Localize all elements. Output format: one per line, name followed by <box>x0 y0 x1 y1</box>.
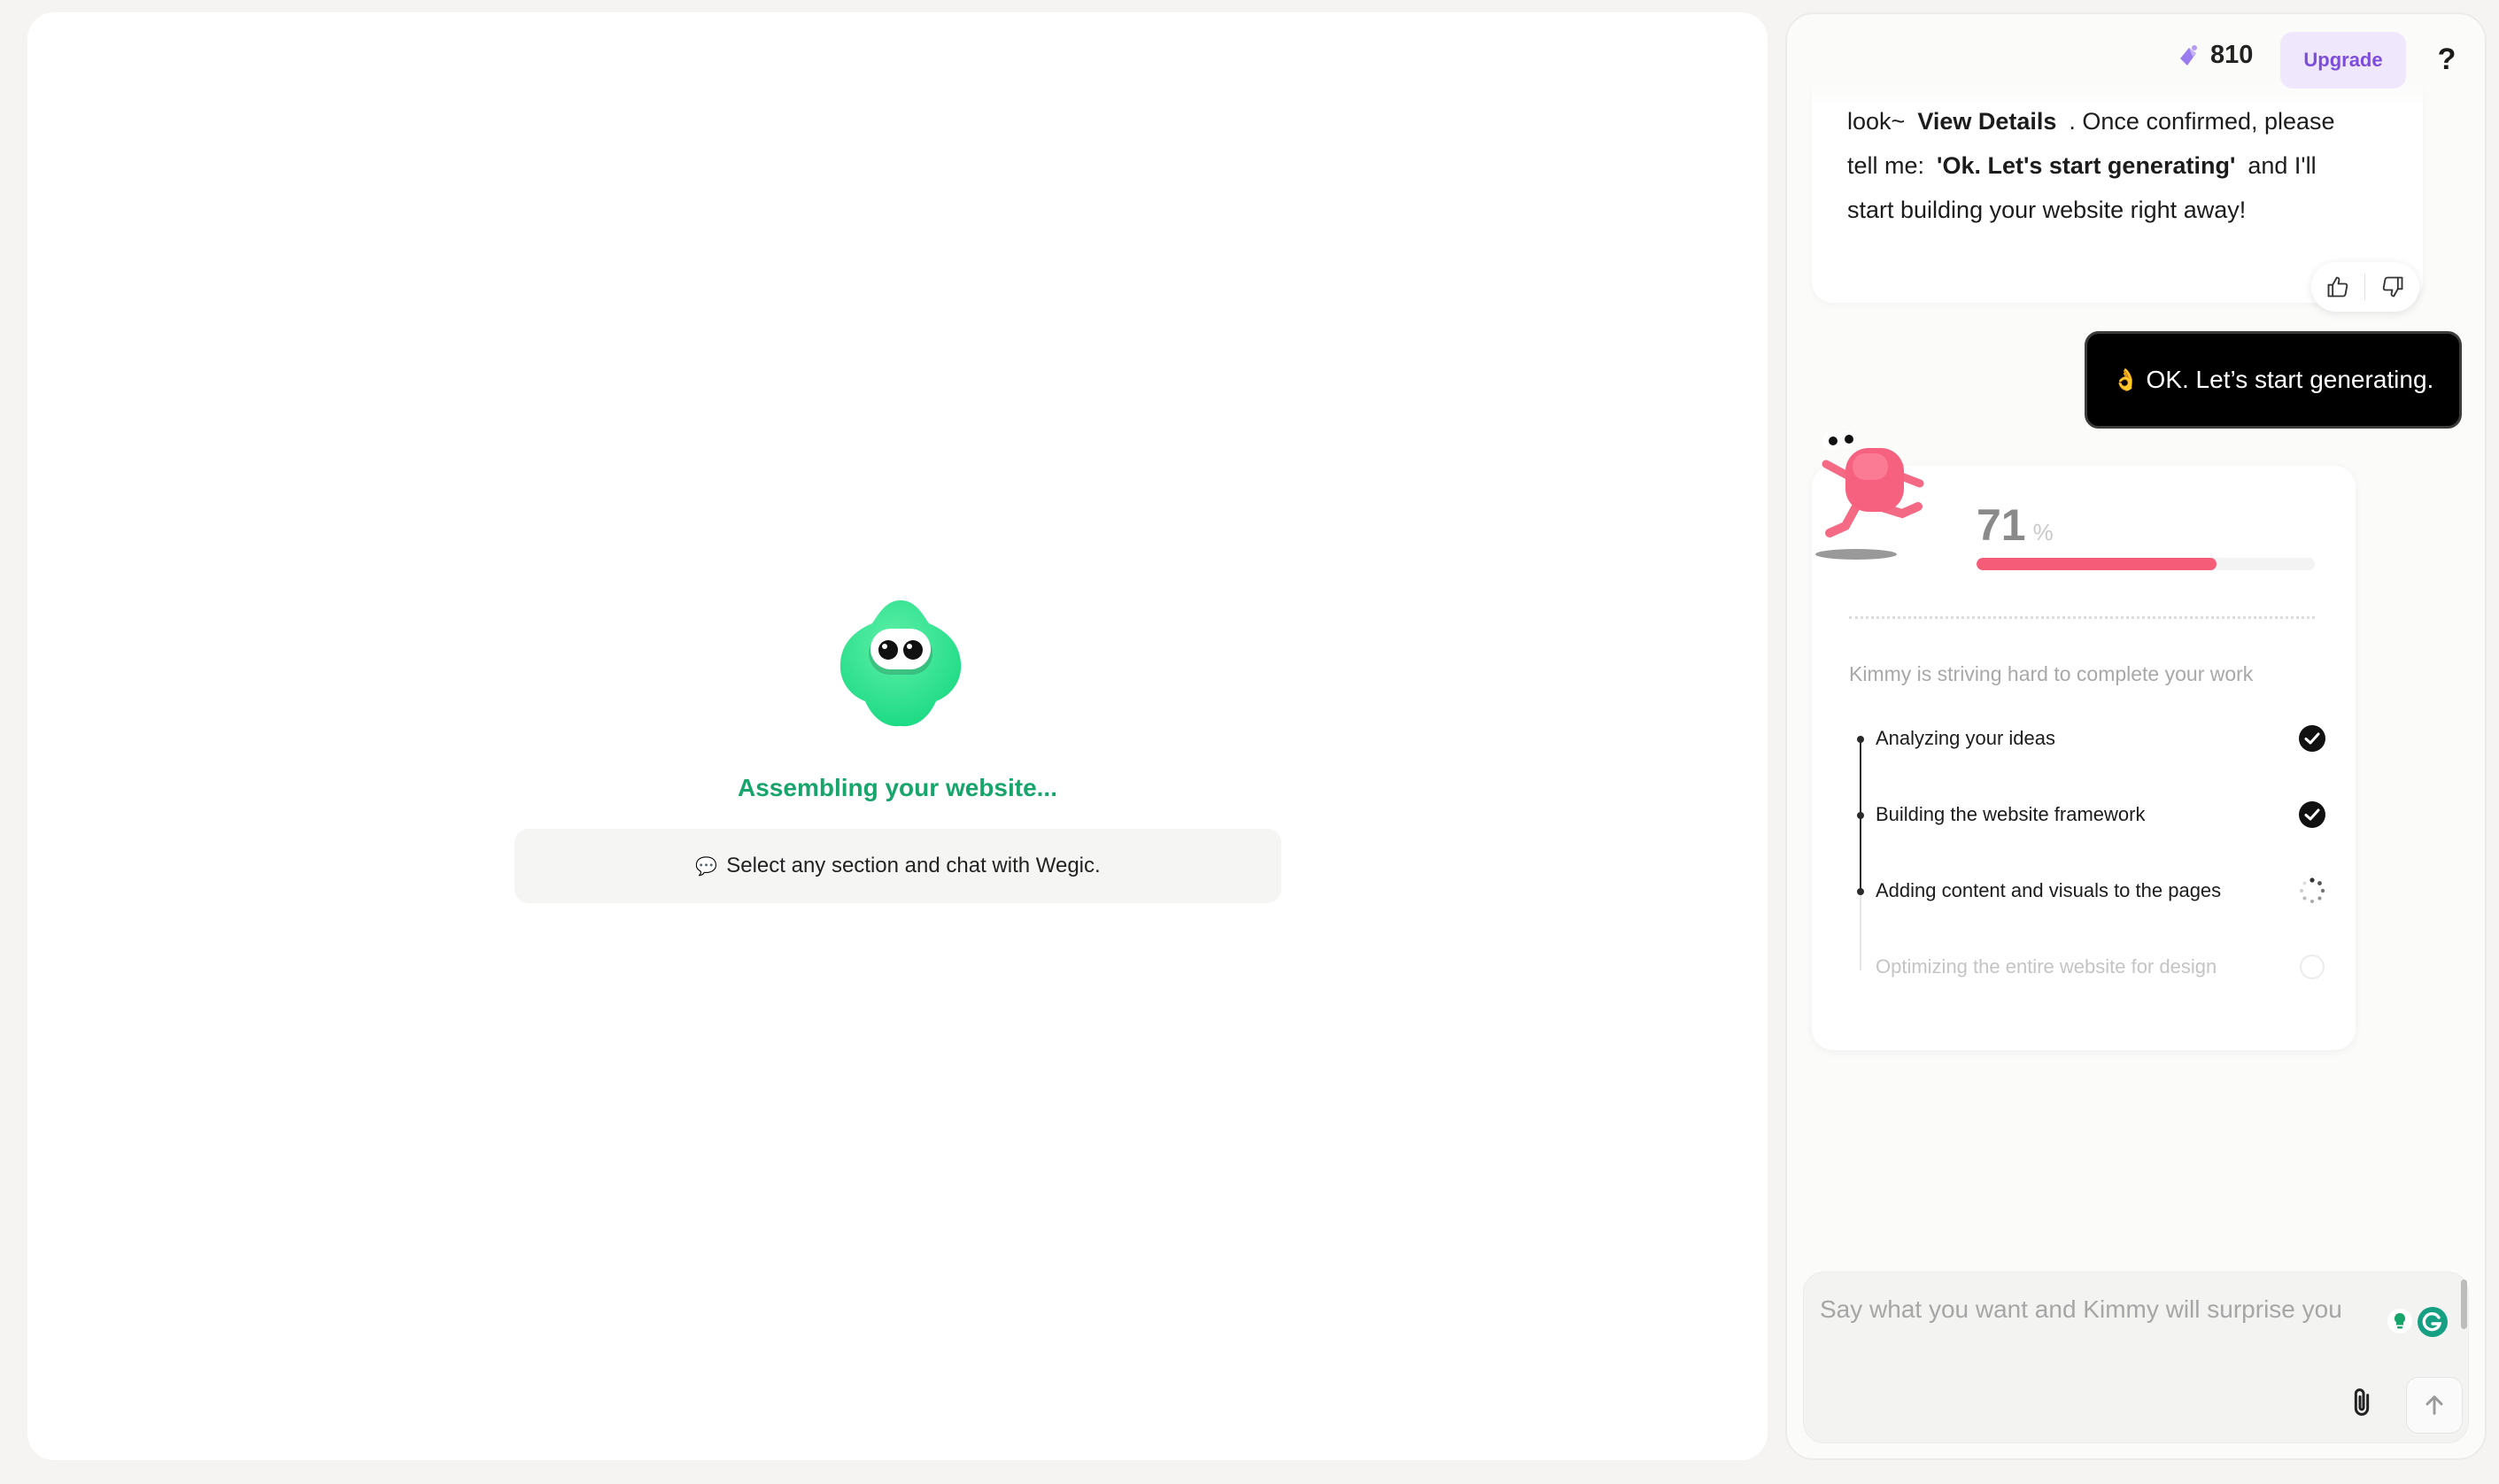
assembling-status: Assembling your website... <box>738 774 1057 801</box>
assistant-message-line-3: start building your website right away! <box>1847 197 2247 223</box>
step-item: Optimizing the entire website for design <box>1849 949 2327 985</box>
section-chat-hint[interactable]: 💬 Select any section and chat with Wegic… <box>514 829 1281 903</box>
speech-bubble-icon: 💬 <box>695 856 718 877</box>
assistant-message-line-2: tell me: 'Ok. Let's start generating' and … <box>1847 152 2317 179</box>
send-button[interactable] <box>2406 1377 2463 1434</box>
progress-bar-fill <box>1977 558 2217 570</box>
hint-text: Select any section and chat with Wegic. <box>726 854 1101 877</box>
lightbulb-icon[interactable] <box>2387 1308 2413 1334</box>
gem-icon <box>2180 44 2197 66</box>
running-mascot-icon <box>1815 430 1924 560</box>
dotted-divider <box>1849 616 2315 619</box>
step-item: Building the website framework <box>1849 797 2327 832</box>
attach-button[interactable] <box>2344 1382 2379 1425</box>
progress-percentage: 71 % <box>1977 499 2054 551</box>
credits-value: 810 <box>2210 41 2254 69</box>
grammarly-icon[interactable] <box>2417 1306 2449 1338</box>
progress-bar <box>1977 558 2315 570</box>
chat-input-box <box>1803 1271 2469 1443</box>
check-circle-icon <box>2299 725 2325 752</box>
paperclip-icon <box>2354 1387 2370 1416</box>
step-label: Analyzing your ideas <box>1876 727 2056 749</box>
chat-input[interactable] <box>1820 1283 2351 1336</box>
view-details-link[interactable]: View Details <box>1917 108 2056 135</box>
help-button[interactable]: ? <box>2429 37 2464 81</box>
input-scrollbar[interactable] <box>2461 1279 2467 1329</box>
arrow-up-icon <box>2426 1395 2443 1415</box>
website-preview-panel: Assembling your website... 💬 Select any … <box>27 12 1768 1460</box>
loading-spinner-icon <box>2300 877 2325 903</box>
step-dot <box>1857 736 1864 743</box>
step-item: Adding content and visuals to the pages <box>1849 873 2327 908</box>
thumbs-up-icon[interactable] <box>2325 274 2350 299</box>
ok-hand-icon: 👌 <box>2112 367 2139 392</box>
step-label: Optimizing the entire website for design <box>1876 955 2217 978</box>
feedback-divider <box>2364 274 2366 300</box>
step-dot <box>1857 812 1864 819</box>
thumbs-down-icon[interactable] <box>2380 274 2405 299</box>
step-label: Building the website framework <box>1876 803 2146 825</box>
progress-percent-value: 71 <box>1977 500 2026 550</box>
progress-status-text: Kimmy is striving hard to complete your … <box>1849 662 2254 685</box>
chat-header: 810 Upgrade ? <box>1787 14 2485 106</box>
chat-panel: look~ View Details. Once confirmed, pleas… <box>1785 12 2487 1460</box>
progress-percent-sign: % <box>2032 519 2054 545</box>
check-circle-icon <box>2299 801 2325 828</box>
user-message-text: OK. Let’s start generating. <box>2146 366 2434 393</box>
upgrade-button[interactable]: Upgrade <box>2280 32 2406 89</box>
step-label: Adding content and visuals to the pages <box>1876 879 2222 901</box>
step-dot <box>1857 888 1864 895</box>
credits-display: 810 <box>2177 41 2253 70</box>
pending-circle-icon <box>2300 955 2325 979</box>
step-item: Analyzing your ideas <box>1849 721 2327 756</box>
feedback-buttons <box>2311 262 2419 312</box>
confirmation-quote: 'Ok. Let's start generating' <box>1937 152 2236 179</box>
user-message: 👌 OK. Let’s start generating. <box>2085 331 2462 429</box>
green-mascot-icon <box>839 600 962 727</box>
